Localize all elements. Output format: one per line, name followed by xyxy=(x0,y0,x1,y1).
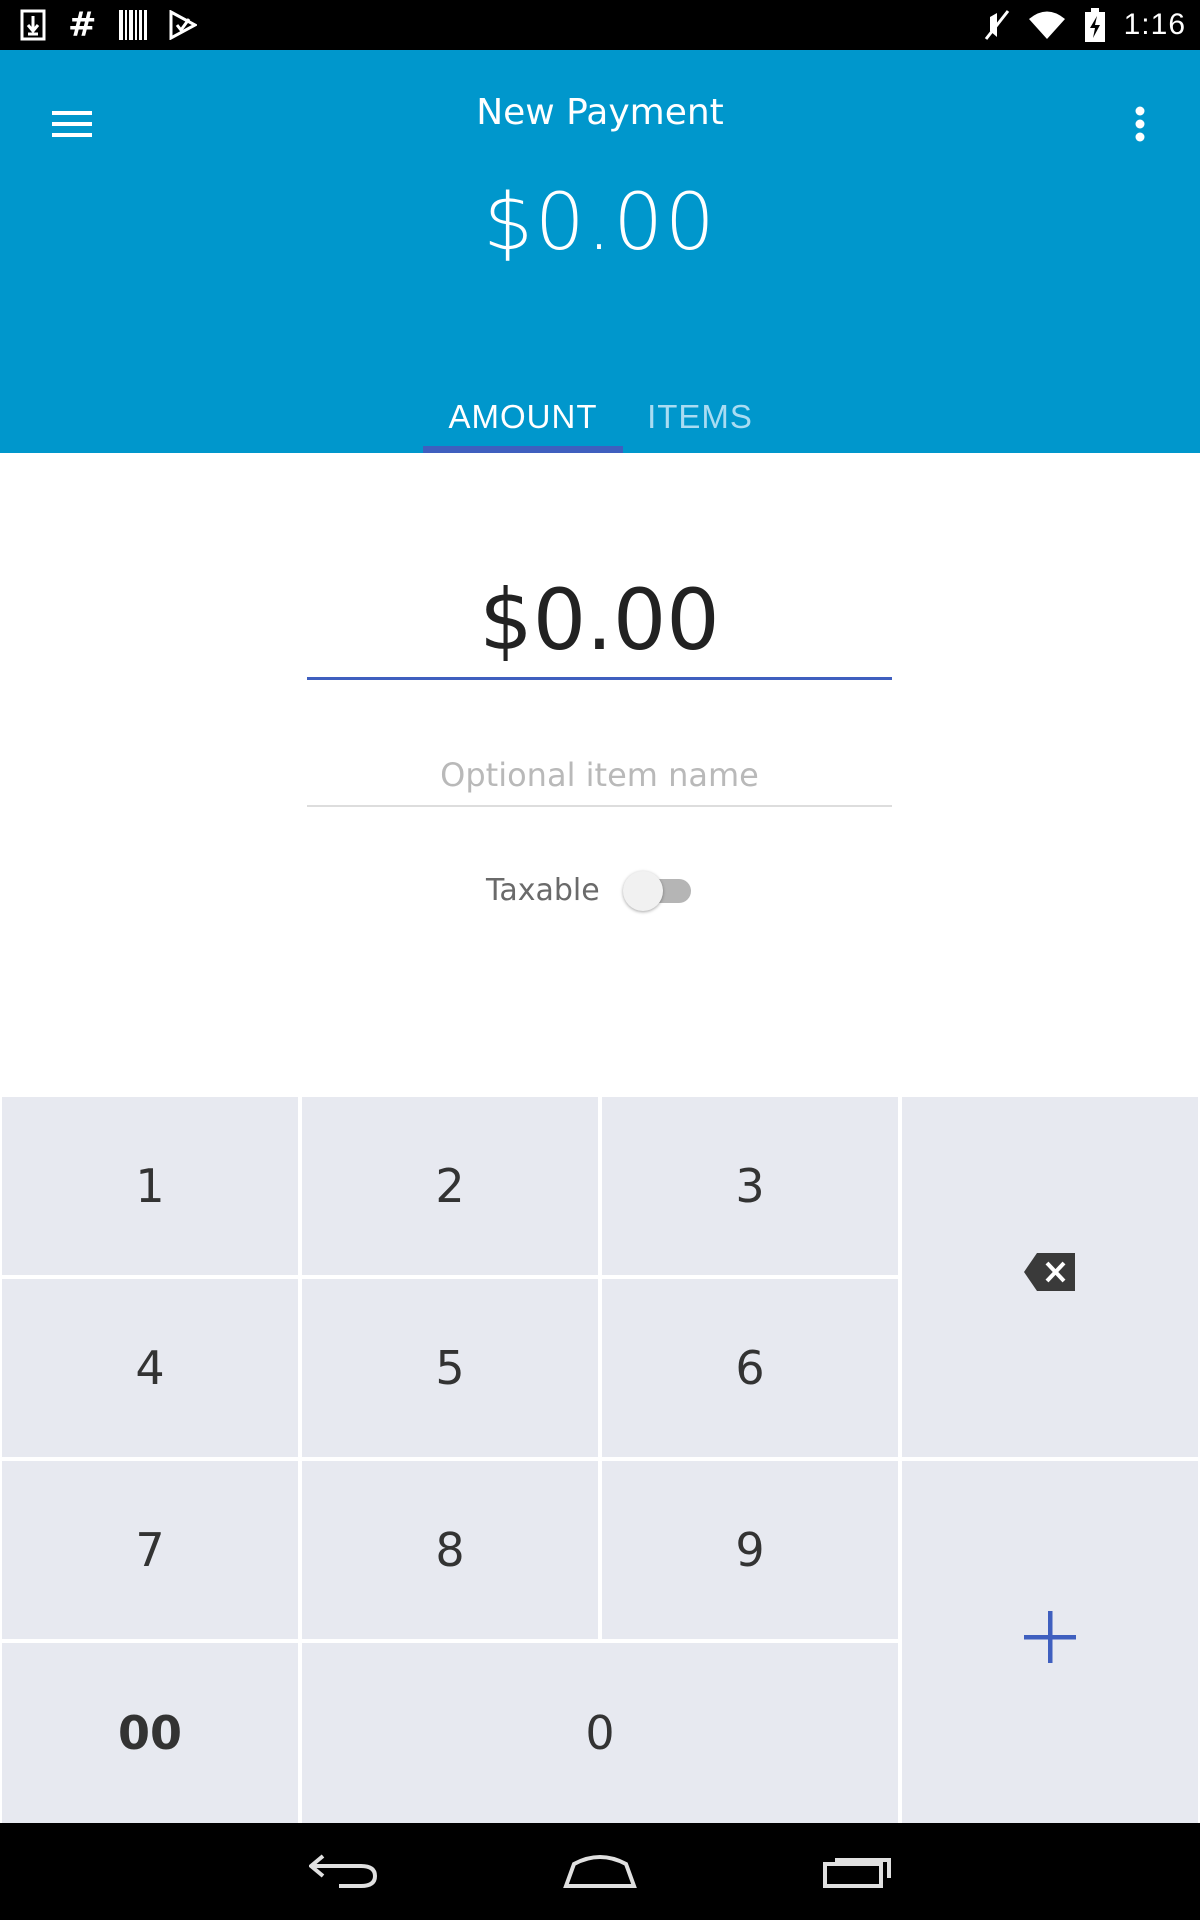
taxable-label: Taxable xyxy=(486,873,600,908)
back-button[interactable] xyxy=(283,1837,403,1907)
battery-icon xyxy=(1084,8,1106,42)
key-0[interactable]: 0 xyxy=(302,1643,898,1823)
key-5[interactable]: 5 xyxy=(302,1279,598,1457)
item-name-underline xyxy=(307,805,892,807)
download-icon xyxy=(20,9,46,41)
amount-underline xyxy=(307,677,892,680)
page-title: New Payment xyxy=(476,92,724,133)
back-icon xyxy=(307,1850,378,1894)
overflow-menu-button[interactable] xyxy=(1104,90,1176,162)
item-name-input[interactable] xyxy=(307,745,892,805)
key-9[interactable]: 9 xyxy=(602,1461,898,1639)
item-name-field[interactable] xyxy=(307,745,892,807)
recents-icon xyxy=(823,1852,893,1892)
tab-indicator xyxy=(423,446,623,453)
status-bar: # 1:16 xyxy=(0,0,1200,50)
wifi-icon xyxy=(1028,10,1066,40)
hash-icon: # xyxy=(68,5,97,45)
tab-bar: AMOUNT ITEMS xyxy=(0,380,1200,453)
key-1[interactable]: 1 xyxy=(2,1097,298,1275)
key-2[interactable]: 2 xyxy=(302,1097,598,1275)
key-00[interactable]: 00 xyxy=(2,1643,298,1823)
backspace-icon xyxy=(1023,1250,1077,1304)
barcode-icon xyxy=(118,10,147,40)
backspace-button[interactable] xyxy=(902,1097,1198,1457)
home-icon xyxy=(562,1852,638,1892)
recents-button[interactable] xyxy=(798,1837,918,1907)
keypad: 1 2 3 4 5 6 7 8 9 00 0 xyxy=(0,1097,1200,1823)
tab-amount[interactable]: AMOUNT xyxy=(423,380,623,453)
status-bar-system: 1:16 xyxy=(984,0,1186,50)
taxable-row: Taxable xyxy=(0,865,1200,915)
key-7[interactable]: 7 xyxy=(2,1461,298,1639)
amount-field[interactable]: $0.00 xyxy=(307,570,892,680)
status-bar-notifications: # xyxy=(20,0,197,50)
home-button[interactable] xyxy=(540,1837,660,1907)
key-8[interactable]: 8 xyxy=(302,1461,598,1639)
taxable-toggle[interactable] xyxy=(623,870,693,911)
key-4[interactable]: 4 xyxy=(2,1279,298,1457)
key-3[interactable]: 3 xyxy=(602,1097,898,1275)
app-bar: New Payment $0.00 AMOUNT ITEMS xyxy=(0,50,1200,453)
status-time: 1:16 xyxy=(1123,8,1186,41)
tab-items[interactable]: ITEMS xyxy=(625,380,775,453)
plus-icon xyxy=(1024,1610,1076,1674)
key-6[interactable]: 6 xyxy=(602,1279,898,1457)
amount-value: $0.00 xyxy=(479,571,720,669)
mute-icon xyxy=(984,9,1010,41)
navigation-bar xyxy=(0,1823,1200,1920)
play-store-icon xyxy=(169,10,197,40)
payment-total: $0.00 xyxy=(483,178,717,268)
more-vert-icon xyxy=(1135,106,1145,146)
add-item-button[interactable] xyxy=(902,1461,1198,1823)
toggle-thumb xyxy=(623,871,663,911)
